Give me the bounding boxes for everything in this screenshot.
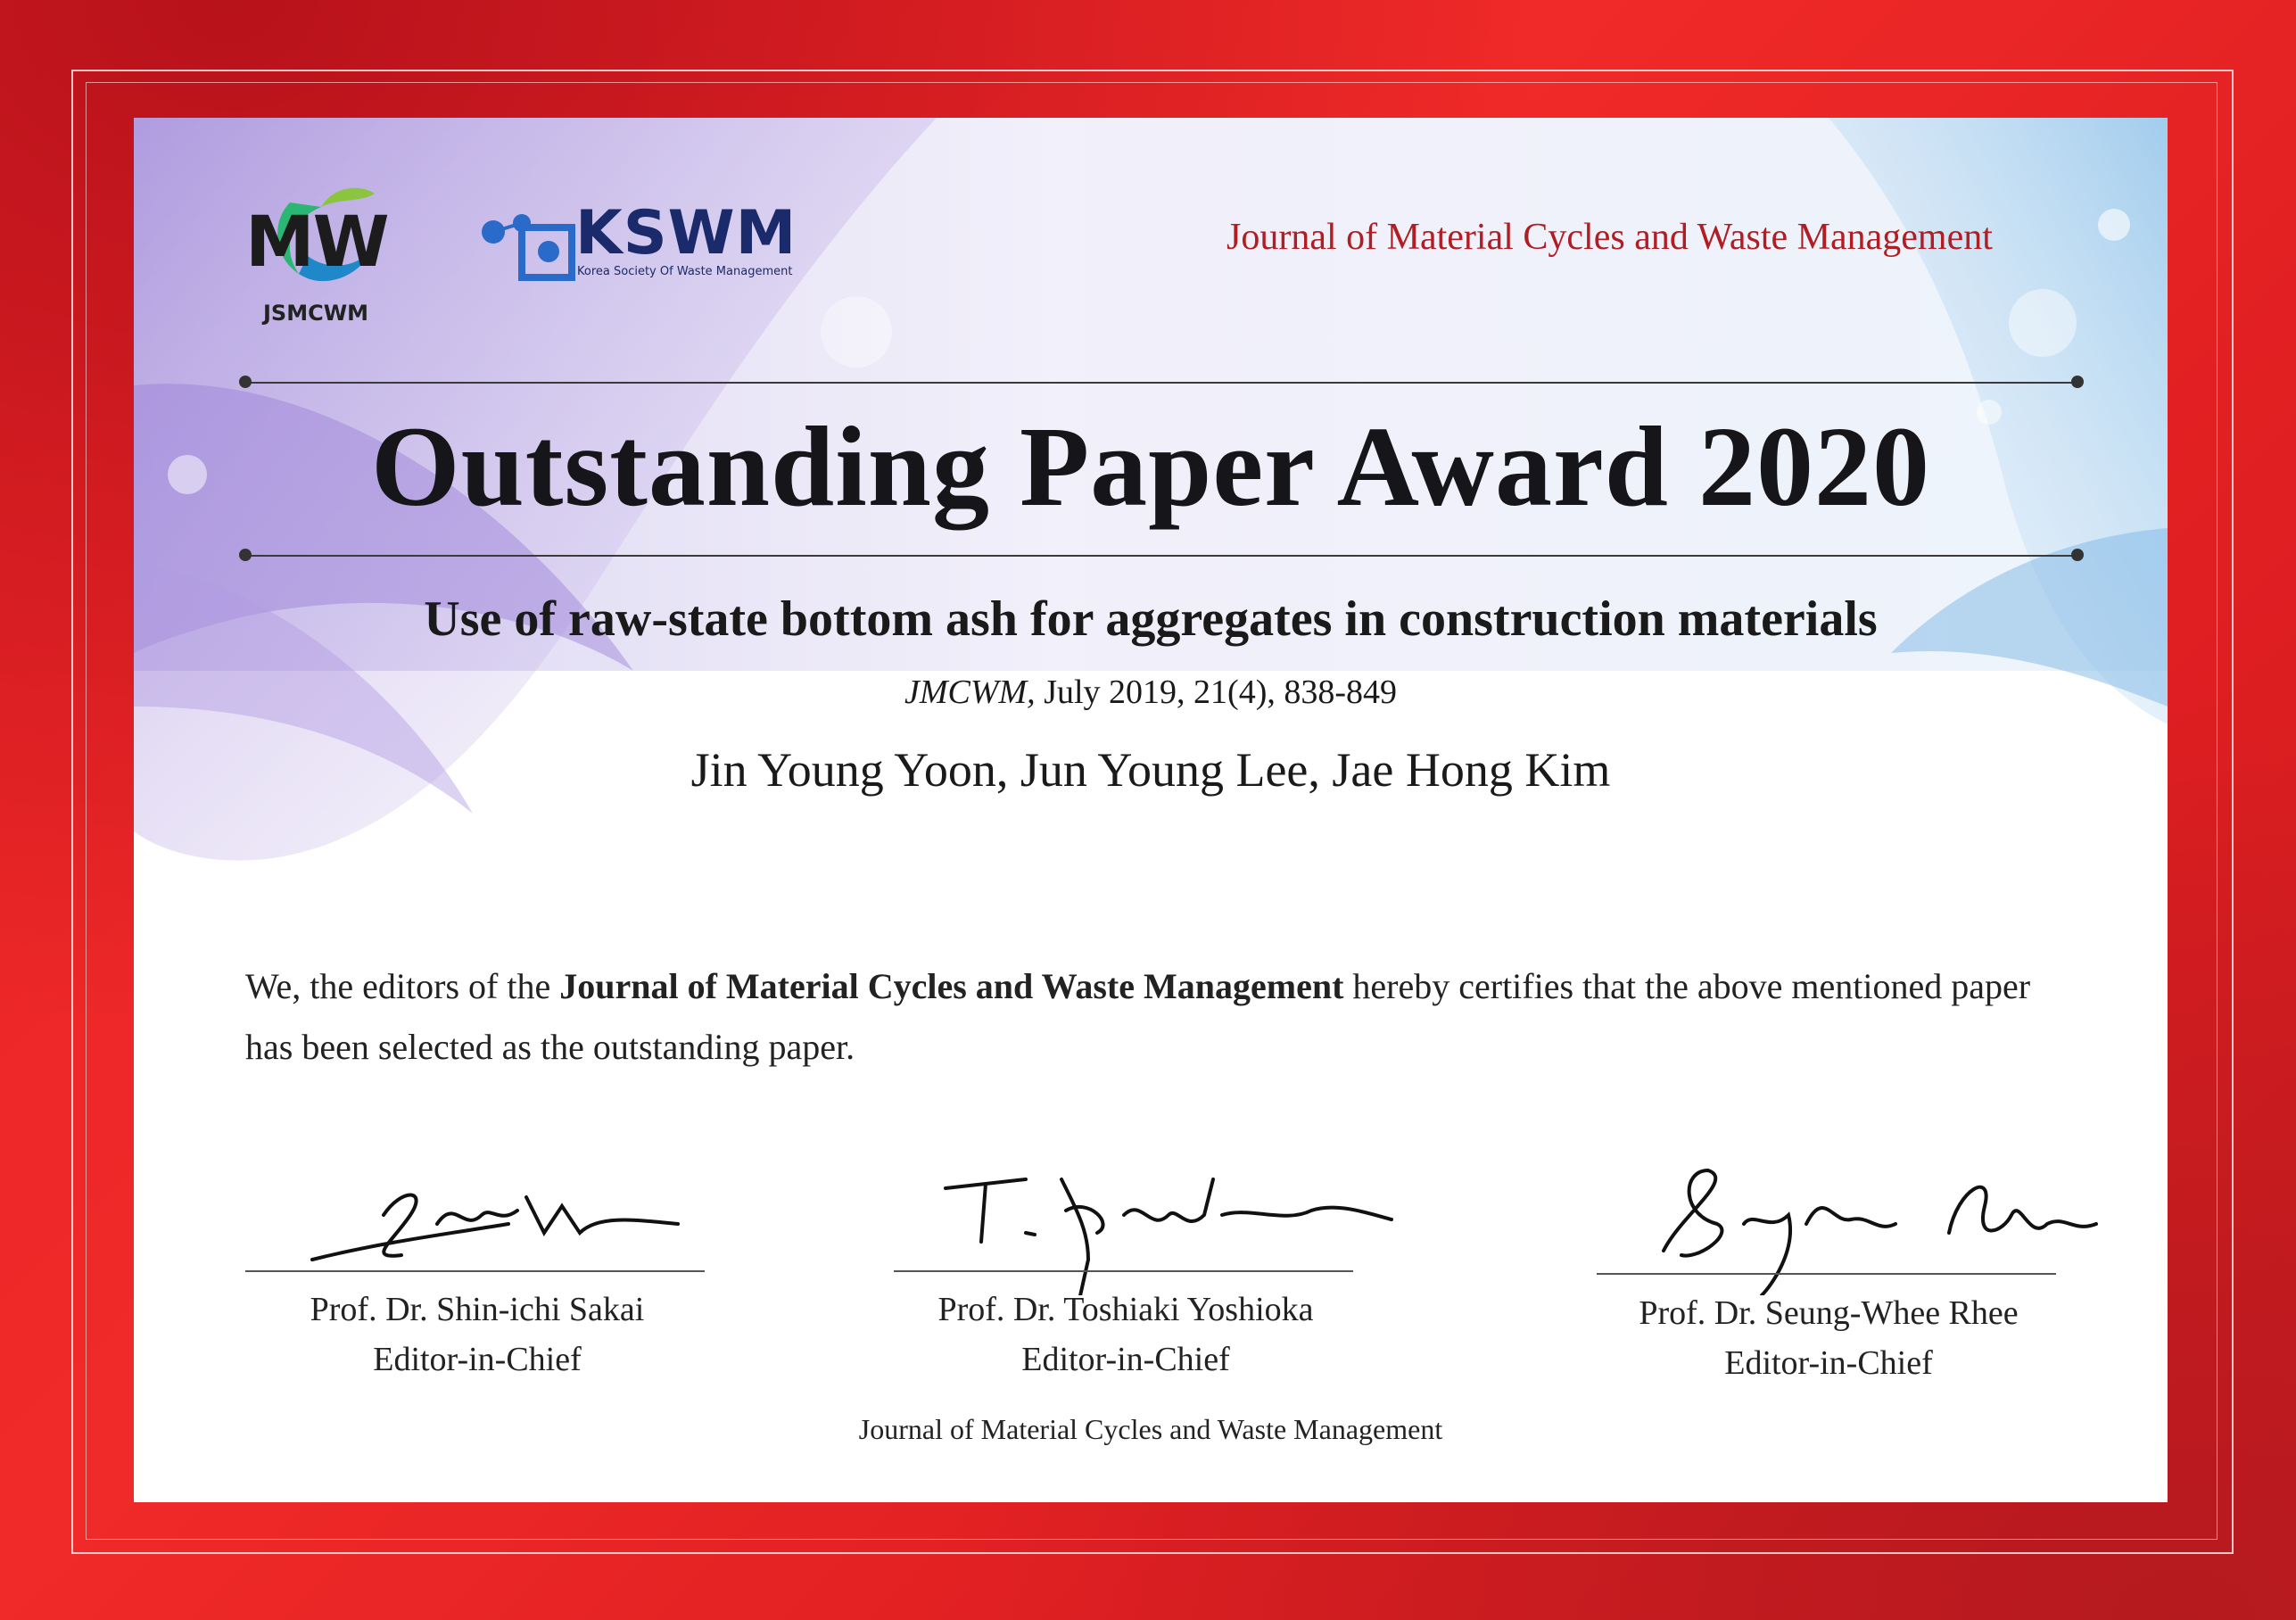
citation: JMCWM, July 2019, 21(4), 838-849	[134, 673, 2168, 712]
citation-details: July 2019, 21(4), 838-849	[1035, 674, 1397, 711]
jsmcwm-logo-label: JSMCWM	[263, 301, 369, 326]
signatory-3: Prof. Dr. Seung-Whee Rhee Editor-in-Chie…	[1579, 1288, 2078, 1388]
bottom-rule-right-dot	[2071, 549, 2084, 561]
signatory-3-title: Editor-in-Chief	[1724, 1344, 1933, 1382]
signatory-1-name: Prof. Dr. Shin-ichi Sakai	[310, 1291, 645, 1328]
bottom-rule-left-dot	[239, 549, 252, 561]
certification-statement: We, the editors of the Journal of Materi…	[245, 956, 2074, 1078]
jsmcwm-logo-mark: MW	[245, 202, 390, 283]
journal-header-title: Journal of Material Cycles and Waste Man…	[1226, 217, 1993, 258]
kswm-logo-label: Korea Society Of Waste Management	[577, 265, 793, 278]
signature-line-2	[894, 1270, 1353, 1272]
top-rule-right-dot	[2071, 376, 2084, 388]
statement-part1: We, the editors of the	[245, 966, 560, 1006]
signatory-1-title: Editor-in-Chief	[373, 1341, 582, 1378]
bottom-divider-rule	[250, 555, 2078, 557]
top-divider-rule	[250, 382, 2078, 384]
authors: Jin Young Yoon, Jun Young Lee, Jae Hong …	[690, 743, 1611, 797]
signatory-3-name: Prof. Dr. Seung-Whee Rhee	[1639, 1294, 2019, 1332]
award-title: Outstanding Paper Award 2020	[371, 403, 1930, 530]
footer-journal: Journal of Material Cycles and Waste Man…	[858, 1413, 1443, 1445]
statement-journal-name: Journal of Material Cycles and Waste Man…	[559, 966, 1344, 1006]
signatory-2: Prof. Dr. Toshiaki Yoshioka Editor-in-Ch…	[876, 1285, 1375, 1384]
top-rule-left-dot	[239, 376, 252, 388]
signature-line-1	[245, 1270, 705, 1272]
signatory-2-name: Prof. Dr. Toshiaki Yoshioka	[937, 1291, 1314, 1328]
signature-line-3	[1597, 1273, 2056, 1275]
kswm-logo-mark: KSWM	[575, 198, 797, 269]
signatory-1: Prof. Dr. Shin-ichi Sakai Editor-in-Chie…	[227, 1285, 727, 1384]
signatory-2-title: Editor-in-Chief	[1021, 1341, 1230, 1378]
signature-rhee	[1662, 1168, 2098, 1295]
certificate-paper: MW JSMCWM KSWM Korea Society Of Waste Ma…	[134, 118, 2168, 1502]
signature-sakai	[310, 1193, 680, 1261]
citation-journal: JMCWM,	[904, 674, 1036, 711]
paper-title: Use of raw-state bottom ash for aggregat…	[424, 591, 1878, 647]
